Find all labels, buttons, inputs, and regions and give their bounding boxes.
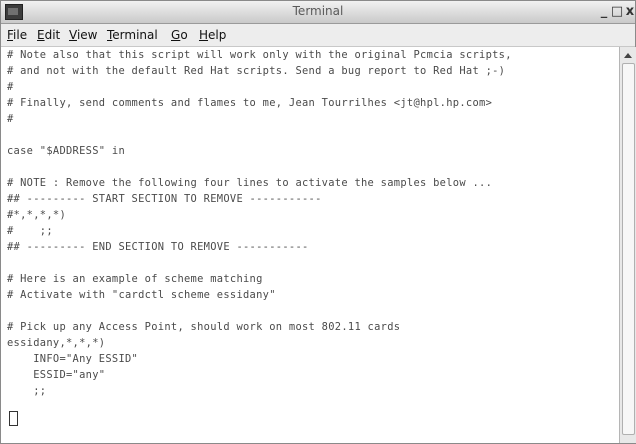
maximize-button[interactable]: □ [610,3,624,21]
terminal-line: ;; [7,385,47,397]
vertical-scrollbar[interactable] [619,47,636,443]
menu-file[interactable]: File [7,28,27,42]
terminal-line: #*,*,*,*) [7,209,67,221]
title-bar[interactable]: Terminal _ □ x [1,1,635,24]
menu-terminal[interactable]: Terminal [107,28,158,42]
scrollbar-thumb[interactable] [622,63,635,435]
terminal-line: essidany,*,*,*) [7,337,106,349]
terminal-window: Terminal _ □ x File Edit View Terminal G… [0,0,636,444]
text-cursor [9,411,18,426]
menu-edit[interactable]: Edit [37,28,60,42]
window-title: Terminal [292,4,344,18]
menu-go[interactable]: Go [171,28,188,42]
terminal-line: # ;; [7,225,53,237]
scroll-up-arrow-icon[interactable] [624,53,632,58]
minimize-button[interactable]: _ [597,3,611,21]
menu-help[interactable]: Help [199,28,226,42]
terminal-line: # Pick up any Access Point, should work … [7,321,401,333]
terminal-line: # Finally, send comments and flames to m… [7,97,493,109]
terminal-line: # [7,113,14,125]
terminal-line: # Activate with "cardctl scheme essidany… [7,289,276,301]
terminal-output[interactable]: # Note also that this script will work o… [1,47,619,443]
menu-bar: File Edit View Terminal Go Help [1,24,635,47]
terminal-line: # NOTE : Remove the following four lines… [7,177,493,189]
terminal-line: # and not with the default Red Hat scrip… [7,65,506,77]
terminal-line: ## --------- END SECTION TO REMOVE -----… [7,241,309,253]
terminal-line: ESSID="any" [7,369,106,381]
terminal-line: case "$ADDRESS" in [7,145,126,157]
close-button[interactable]: x [623,3,636,21]
terminal-line: # [7,81,14,93]
terminal-line: ## --------- START SECTION TO REMOVE ---… [7,193,322,205]
terminal-line: # Here is an example of scheme matching [7,273,263,285]
terminal-line: INFO="Any ESSID" [7,353,139,365]
terminal-line: # Note also that this script will work o… [7,49,512,61]
menu-view[interactable]: View [69,28,97,42]
